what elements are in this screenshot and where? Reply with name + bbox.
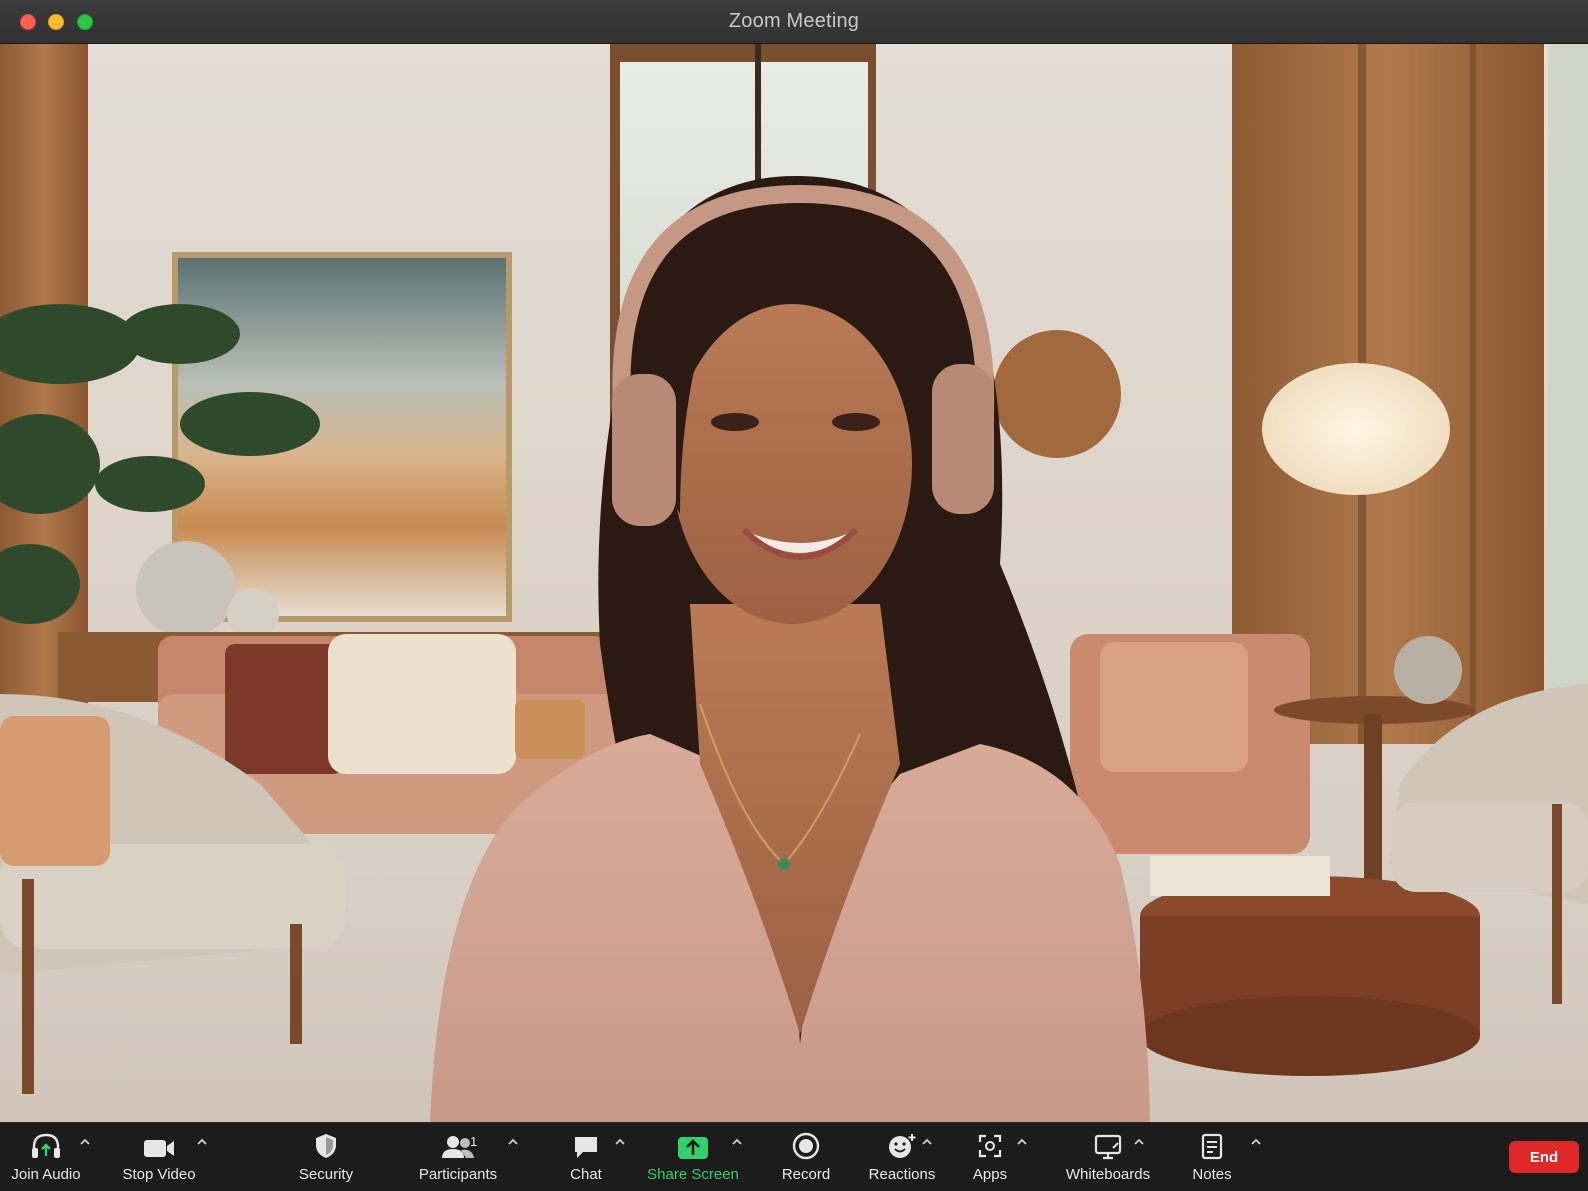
stop-video-label: Stop Video: [122, 1166, 196, 1183]
participants-button[interactable]: Participants: [412, 1130, 504, 1186]
video-camera-icon: [142, 1130, 176, 1160]
record-icon: [792, 1130, 820, 1160]
audio-options-chevron-up-icon[interactable]: [79, 1134, 91, 1146]
chat-label: Chat: [570, 1166, 602, 1183]
headphone-icon: [30, 1130, 62, 1160]
notes-options-chevron-up-icon[interactable]: [1250, 1134, 1262, 1146]
chat-options-chevron-up-icon[interactable]: [614, 1134, 626, 1146]
security-button[interactable]: Security: [292, 1130, 360, 1186]
security-label: Security: [298, 1166, 354, 1183]
window-title: Zoom Meeting: [728, 10, 860, 32]
apps-button[interactable]: Apps: [966, 1130, 1014, 1186]
whiteboards-options-chevron-up-icon[interactable]: [1133, 1134, 1145, 1146]
share-screen-button[interactable]: Share Screen: [647, 1130, 739, 1186]
participants-options-chevron-up-icon[interactable]: [507, 1134, 519, 1146]
title-bar: Zoom Meeting: [0, 0, 1588, 44]
apps-icon: [976, 1130, 1004, 1160]
share-options-chevron-up-icon[interactable]: [731, 1134, 743, 1146]
notes-button[interactable]: Notes: [1184, 1130, 1240, 1186]
apps-label: Apps: [972, 1166, 1008, 1183]
chat-bubble-icon: [572, 1130, 600, 1160]
reactions-options-chevron-up-icon[interactable]: [921, 1134, 933, 1146]
notes-icon: [1200, 1130, 1224, 1160]
stop-video-button[interactable]: Stop Video: [118, 1130, 200, 1186]
participants-label: Participants: [418, 1166, 498, 1183]
join-audio-button[interactable]: Join Audio: [10, 1130, 82, 1186]
record-label: Record: [781, 1166, 831, 1183]
smiley-plus-icon: [887, 1130, 917, 1160]
join-audio-label: Join Audio: [11, 1166, 81, 1183]
shield-icon: [313, 1130, 339, 1160]
chat-button[interactable]: Chat: [560, 1130, 612, 1186]
whiteboards-button[interactable]: Whiteboards: [1052, 1130, 1164, 1186]
record-button[interactable]: Record: [776, 1130, 836, 1186]
end-meeting-button[interactable]: End: [1509, 1141, 1579, 1173]
virtual-background-scene: [0, 44, 1588, 1122]
apps-options-chevron-up-icon[interactable]: [1016, 1134, 1028, 1146]
share-arrow-icon: [677, 1130, 709, 1160]
whiteboards-label: Whiteboards: [1065, 1166, 1151, 1183]
notes-label: Notes: [1192, 1166, 1232, 1183]
participant-video[interactable]: [0, 44, 1588, 1122]
participants-count: 1: [470, 1134, 478, 1149]
share-screen-label: Share Screen: [647, 1166, 739, 1183]
whiteboard-icon: [1093, 1130, 1123, 1160]
video-options-chevron-up-icon[interactable]: [196, 1134, 208, 1146]
reactions-label: Reactions: [868, 1166, 936, 1183]
